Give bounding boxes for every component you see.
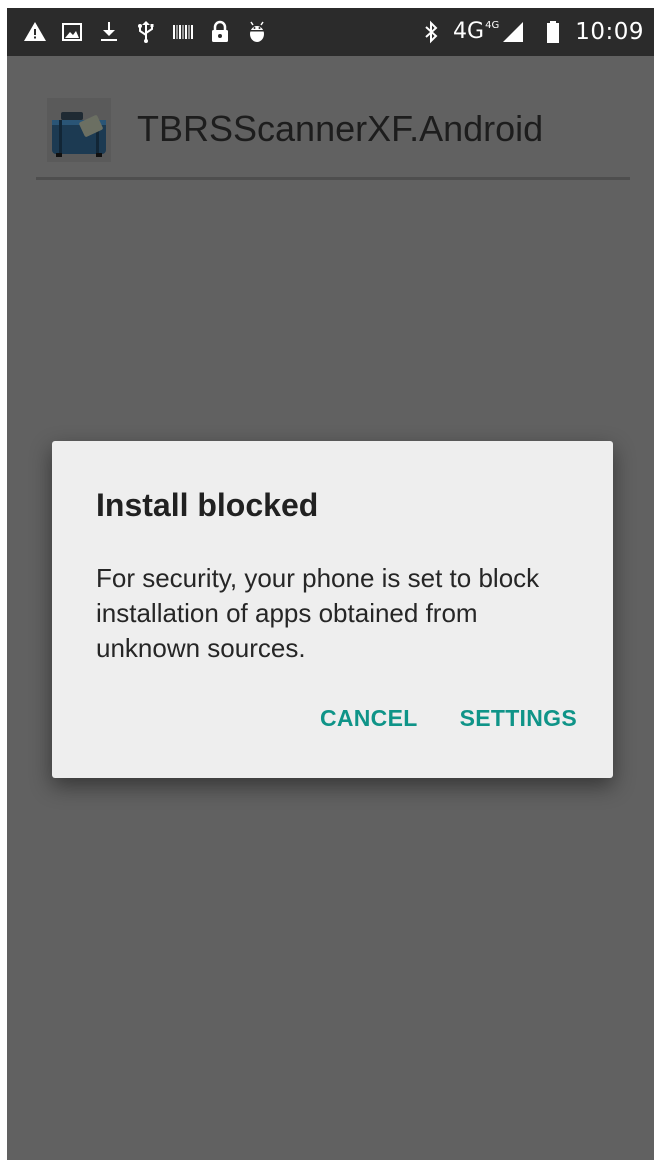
settings-button[interactable]: SETTINGS — [460, 703, 577, 733]
battery-icon — [547, 21, 560, 43]
cancel-button[interactable]: CANCEL — [320, 703, 418, 733]
dialog-title: Install blocked — [96, 487, 319, 523]
app-title: TBRSScannerXF.Android — [137, 108, 544, 149]
barcode-icon — [173, 25, 193, 39]
bluetooth-icon — [425, 20, 438, 44]
status-system-icons: 4G 4G 10:09 — [419, 16, 644, 48]
image-icon — [62, 23, 82, 41]
status-bar: 4G 4G 10:09 — [7, 8, 654, 56]
suitcase-app-icon — [47, 98, 111, 162]
dialog-actions: CANCEL SETTINGS — [320, 703, 577, 733]
lock-icon — [212, 20, 228, 42]
dialog-message: For security, your phone is set to block… — [96, 563, 540, 663]
header-divider — [36, 177, 630, 180]
install-blocked-dialog: Install blocked For security, your phone… — [52, 441, 613, 778]
network-type-label: 4G 4G — [453, 20, 499, 44]
usb-icon — [138, 21, 154, 43]
app-header: TBRSScannerXF.Android — [7, 56, 654, 188]
status-clock: 10:09 — [575, 19, 644, 45]
network-type-text: 4G — [453, 19, 485, 44]
network-type-superscript: 4G — [485, 20, 500, 31]
signal-icon — [503, 22, 524, 42]
android-debug-icon — [250, 21, 264, 42]
download-icon — [101, 22, 117, 41]
warning-icon — [24, 22, 46, 41]
status-notification-icons — [23, 16, 269, 48]
device-screen: 4G 4G 10:09 TBRSScannerXF.Android Instal… — [7, 8, 654, 1160]
